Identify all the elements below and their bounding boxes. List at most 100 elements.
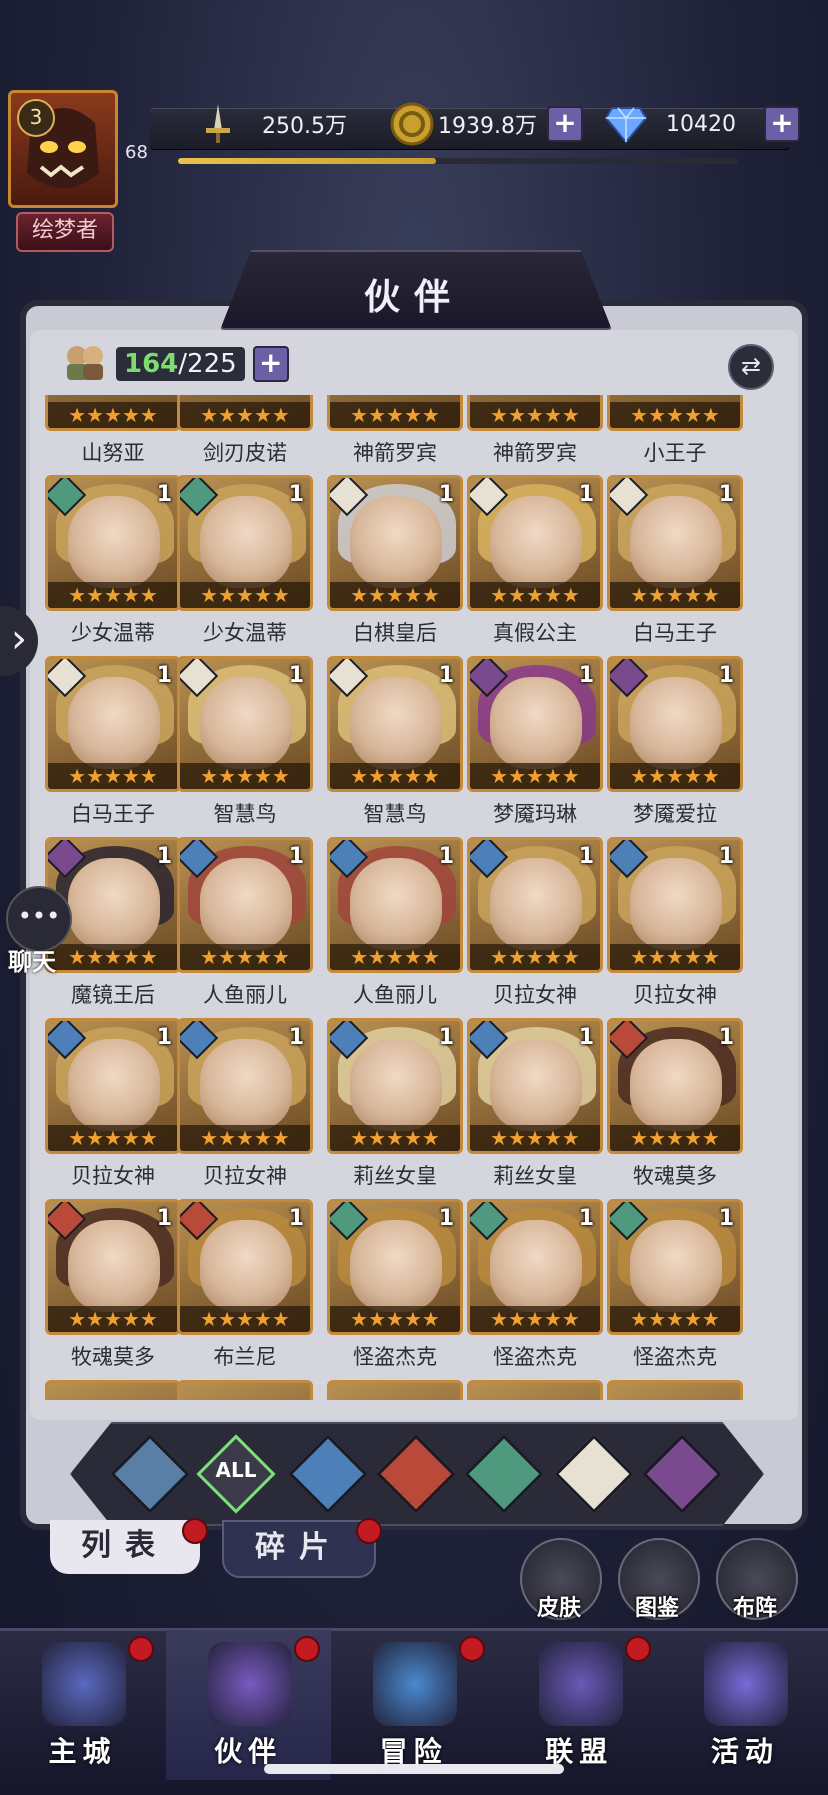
nav-badge [459,1636,486,1662]
hero-card[interactable]: 1 ★★★★★ [327,837,463,973]
star-row: ★★★★★ [610,944,740,970]
hero-portrait [630,496,722,588]
hero-card-partial[interactable]: ★★★★★ [327,395,463,431]
hero-card-partial[interactable]: ★★★★★ [607,395,743,431]
hero-quantity: 1 [438,844,454,869]
hero-card[interactable]: 1 ★★★★★ [327,656,463,792]
hero-card[interactable]: 1 ★★★★★ [607,837,743,973]
player-avatar[interactable]: 3 [8,90,118,208]
hero-card-partial[interactable]: ★★★★★ [45,395,181,431]
hero-card[interactable]: 1 ★★★★★ [177,656,313,792]
hero-card[interactable]: 1 ★★★★★ [177,837,313,973]
hero-card[interactable]: 1 ★★★★★ [45,475,181,611]
hero-quantity: 1 [156,482,172,507]
hero-card[interactable]: 1 ★★★★★ [327,475,463,611]
star-row: ★★★★★ [470,1306,600,1332]
hero-card-partial[interactable] [327,1380,463,1400]
hero-grid: ★★★★★ 山努亚 ★★★★★ 剑刃皮诺 ★★★★★ 神箭罗宾 ★★★★★ 神箭罗宾 ★★★★★… [30,395,798,1400]
hero-card-partial[interactable] [607,1380,743,1400]
capacity-pill: 164/225 [116,347,245,381]
hero-name: 贝拉女神 [633,983,717,1007]
hero-card[interactable]: 1 ★★★★★ [45,656,181,792]
hero-card-partial[interactable]: ★★★★★ [177,395,313,431]
nav-label: 主城 [48,1735,117,1768]
hero-name: 贝拉女神 [71,1164,155,1188]
hero-card[interactable]: 1 ★★★★★ [467,837,603,973]
hero-portrait [490,496,582,588]
star-row: ★★★★★ [610,1306,740,1332]
hero-portrait [200,1220,292,1312]
hero-card[interactable]: 1 ★★★★★ [607,1199,743,1335]
tab-fragments-label: 碎片 [255,1530,343,1565]
hero-name: 白棋皇后 [353,621,437,645]
hero-card-partial[interactable] [45,1380,181,1400]
nav-castle[interactable]: 主城 [0,1630,165,1780]
hero-name: 白马王子 [633,621,717,645]
power-value: 250.5万 [262,114,347,139]
hero-card[interactable]: 1 ★★★★★ [45,1018,181,1154]
add-gold-button[interactable]: + [546,106,583,142]
expand-capacity-button[interactable]: + [252,346,289,382]
hero-card[interactable]: 1 ★★★★★ [177,475,313,611]
star-row: ★★★★★ [470,763,600,789]
party-icon [62,342,108,386]
star-row: ★★★★★ [470,944,600,970]
hero-card[interactable]: 1 ★★★★★ [467,1199,603,1335]
hero-name: 布兰尼 [213,1345,277,1369]
star-row: ★★★★★ [48,1125,178,1151]
star-row: ★★★★★ [470,1125,600,1151]
hero-quantity: 1 [288,844,304,869]
hero-card[interactable]: 1 ★★★★★ [467,1018,603,1154]
hero-name: 人鱼丽儿 [203,983,287,1007]
hero-portrait [490,677,582,769]
star-row: ★★★★★ [610,763,740,789]
hero-card[interactable]: 1 ★★★★★ [45,1199,181,1335]
hero-card-partial[interactable] [177,1380,313,1400]
hero-card[interactable]: 1 ★★★★★ [327,1199,463,1335]
sort-toggle-button[interactable]: ⇄ [728,344,774,390]
hero-card-partial[interactable]: ★★★★★ [467,395,603,431]
hero-card[interactable]: 1 ★★★★★ [177,1018,313,1154]
capacity-total: 225 [187,349,237,379]
hero-card[interactable]: 1 ★★★★★ [467,656,603,792]
nav-partner-hat[interactable]: 伙伴 [165,1630,331,1780]
tab-list[interactable]: 列表 [50,1520,200,1574]
hero-card[interactable]: 1 ★★★★★ [607,656,743,792]
star-row: ★★★★★ [330,402,460,428]
player-title-badge[interactable]: 绘梦者 [16,212,114,252]
hero-card[interactable]: 1 ★★★★★ [467,475,603,611]
chevron-right-icon: › [11,616,27,662]
star-row: ★★★★★ [48,944,178,970]
hero-portrait [68,1039,160,1131]
tab-fragments[interactable]: 碎片 [222,1520,376,1578]
hero-card-partial[interactable] [467,1380,603,1400]
hero-card[interactable]: 1 ★★★★★ [327,1018,463,1154]
hero-card[interactable]: 1 ★★★★★ [607,475,743,611]
exp-fill [178,158,436,164]
hero-quantity: 1 [578,1206,594,1231]
nav-alliance-shield[interactable]: 联盟 [497,1630,662,1780]
nav-event-cards[interactable]: 活动 [662,1630,827,1780]
hero-quantity: 1 [718,663,734,688]
hero-name: 牧魂莫多 [633,1164,717,1188]
hero-name: 少女温蒂 [71,621,155,645]
nav-adventure-compass[interactable]: 冒险 [331,1630,496,1780]
star-row: ★★★★★ [330,582,460,608]
diamond-display: 10420 + [604,102,800,146]
hero-name: 智慧鸟 [363,802,427,826]
star-row: ★★★★★ [180,582,310,608]
star-row: ★★★★★ [48,402,178,428]
partner-hat-icon [207,1642,292,1726]
nav-badge [624,1636,651,1662]
hero-card[interactable]: 1 ★★★★★ [607,1018,743,1154]
hero-card[interactable]: 1 ★★★★★ [177,1199,313,1335]
exp-bar [178,158,738,164]
star-row: ★★★★★ [610,582,740,608]
hero-quantity: 1 [438,482,454,507]
hero-portrait [630,1220,722,1312]
hero-portrait [630,677,722,769]
sword-icon [196,102,240,146]
hero-quantity: 1 [718,482,734,507]
shortcut-label: 布阵 [732,1596,777,1621]
add-diamond-button[interactable]: + [764,106,800,142]
